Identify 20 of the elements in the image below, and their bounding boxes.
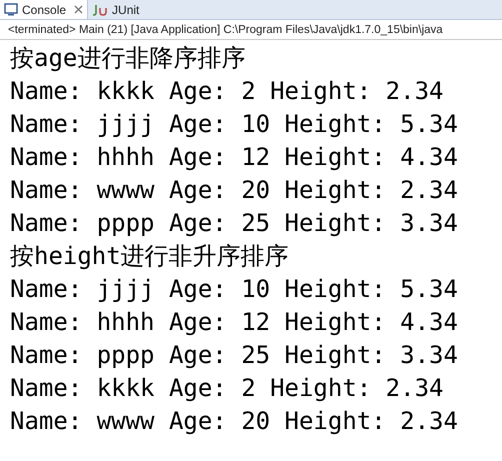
- console-output-line: 按height进行非升序排序: [10, 241, 289, 272]
- console-output-line: Name: jjjj Age: 10 Height: 5.34: [10, 274, 458, 305]
- tab-label: Console: [22, 2, 66, 18]
- console-output-line: Name: wwww Age: 20 Height: 2.34: [10, 406, 458, 437]
- console-output-line: Name: kkkk Age: 2 Height: 2.34: [10, 373, 444, 404]
- console-tab[interactable]: JUnit: [88, 0, 144, 19]
- console-status: <terminated> Main (21) [Java Application] C:\Program Files\Java\jdk1.7.0_15\bin\java: [0, 20, 502, 40]
- console-output-line: 按age进行非降序排序: [10, 43, 246, 74]
- console-output-line: Name: pppp Age: 25 Height: 3.34: [10, 340, 458, 371]
- console-output-line: Name: pppp Age: 25 Height: 3.34: [10, 208, 458, 239]
- console-output-line: Name: hhhh Age: 12 Height: 4.34: [10, 307, 458, 338]
- console-output-line: Name: wwww Age: 20 Height: 2.34: [10, 175, 458, 206]
- console-output-line: Name: hhhh Age: 12 Height: 4.34: [10, 142, 458, 173]
- tab-label: JUnit: [112, 2, 140, 18]
- monitor-icon: [4, 3, 18, 16]
- ju-icon: [92, 4, 108, 16]
- close-icon[interactable]: [74, 5, 84, 14]
- console-output-line: Name: jjjj Age: 10 Height: 5.34: [10, 109, 458, 140]
- console-output-line: Name: kkkk Age: 2 Height: 2.34: [10, 76, 444, 107]
- console-tab[interactable]: Console: [0, 0, 88, 19]
